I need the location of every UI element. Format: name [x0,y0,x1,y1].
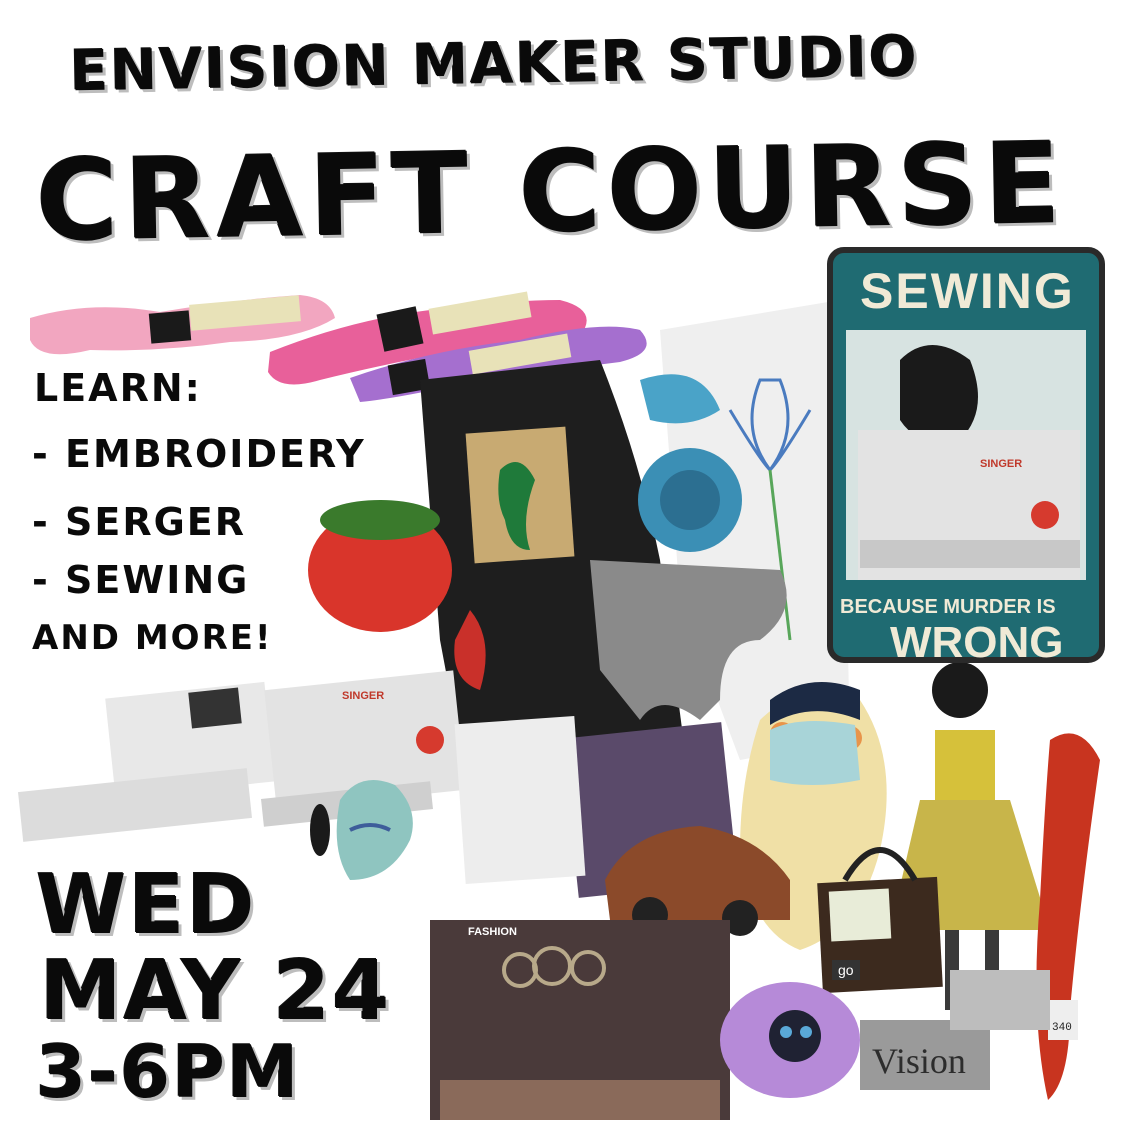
topic-serger: - SERGER [32,500,246,544]
craft-course-poster: SEWING BECAUSE MURDER IS WRONG SINGER SI… [0,0,1134,1134]
topic-embroidery: - EMBROIDERY [32,432,366,476]
vision-sign-text: Vision [872,1041,966,1081]
fashion-tag: FASHION [468,926,517,938]
title-line-2: CRAFT COURSE [34,119,1068,267]
singer-brand-label: SINGER [980,458,1023,470]
singer-brand-label-2: SINGER [342,690,385,702]
sign-caption-line2: WRONG [890,618,1064,667]
serger-machine [454,716,586,884]
event-date: MAY 24 [40,944,392,1039]
event-time: 3-6PM [36,1030,301,1114]
and-more-text: AND MORE! [32,618,273,658]
event-day: WED [36,858,257,953]
embroidery-machine [18,681,275,842]
red-thread-skein [1036,733,1100,1100]
learn-heading: LEARN: [34,366,202,410]
notions-shelf [430,920,730,1120]
spider-patch-icon [720,982,860,1098]
bag-tag: go [832,960,860,980]
thread-number: 340 [1052,1022,1072,1034]
sign-caption-line1: BECAUSE MURDER IS [840,596,1056,618]
topic-sewing: - SEWING [32,558,250,602]
sign-title: SEWING [860,263,1075,319]
